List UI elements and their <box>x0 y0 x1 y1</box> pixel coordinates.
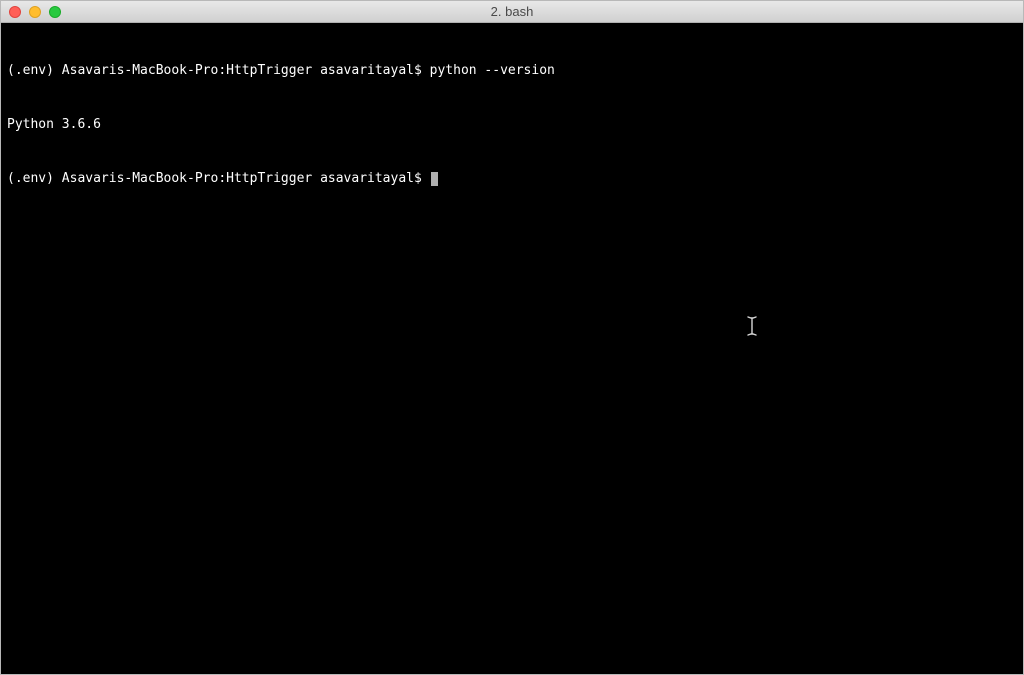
traffic-lights <box>1 6 61 18</box>
titlebar[interactable]: 2. bash <box>1 1 1023 23</box>
terminal-content[interactable]: (.env) Asavaris-MacBook-Pro:HttpTrigger … <box>1 23 1023 674</box>
zoom-button[interactable] <box>49 6 61 18</box>
command-text: python --version <box>430 63 555 78</box>
terminal-output: Python 3.6.6 <box>7 116 1017 134</box>
text-cursor-icon <box>747 280 757 298</box>
window-title: 2. bash <box>491 4 534 19</box>
prompt: (.env) Asavaris-MacBook-Pro:HttpTrigger … <box>7 63 430 78</box>
terminal-line: (.env) Asavaris-MacBook-Pro:HttpTrigger … <box>7 62 1017 80</box>
prompt: (.env) Asavaris-MacBook-Pro:HttpTrigger … <box>7 171 430 186</box>
minimize-button[interactable] <box>29 6 41 18</box>
cursor-icon <box>431 172 438 186</box>
close-button[interactable] <box>9 6 21 18</box>
terminal-window: 2. bash (.env) Asavaris-MacBook-Pro:Http… <box>0 0 1024 675</box>
terminal-line: (.env) Asavaris-MacBook-Pro:HttpTrigger … <box>7 170 1017 188</box>
